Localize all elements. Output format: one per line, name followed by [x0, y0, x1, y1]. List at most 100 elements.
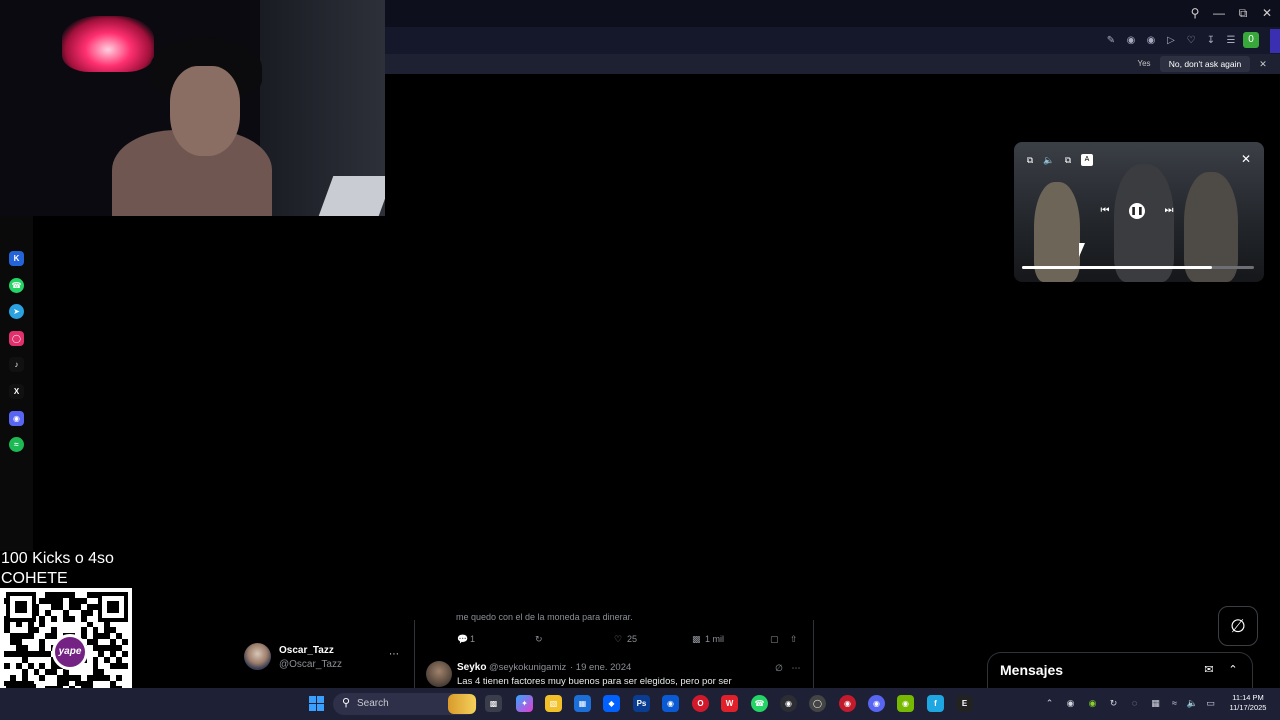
sync-icon[interactable]: ↻ [1107, 697, 1120, 710]
qr-finder-top-right [98, 592, 128, 622]
facebook-icon[interactable]: f [927, 695, 944, 712]
task-view-icon[interactable]: ▩ [485, 695, 502, 712]
like-count: 25 [627, 634, 638, 644]
tweet-author-handle[interactable]: @seykokunigamiz [489, 662, 566, 673]
pip-progress-fill [1022, 266, 1213, 269]
chevron-up-icon[interactable]: ⌃ [1225, 662, 1241, 678]
wps-icon[interactable]: W [721, 695, 738, 712]
discord-icon[interactable]: ◉ [868, 695, 885, 712]
webcam-overlay [0, 0, 385, 216]
views-count: 1 mil [705, 634, 725, 644]
whatsapp-icon[interactable]: ☎ [751, 695, 768, 712]
donation-line-2: COHETE [1, 570, 68, 587]
share-icon[interactable]: ⇧ [790, 633, 798, 645]
tiktok-icon: ♪ [9, 357, 24, 372]
copilot-icon[interactable]: ✦ [516, 695, 533, 712]
search-highlight-image[interactable] [448, 694, 476, 714]
close-window-button[interactable]: ✕ [1257, 4, 1277, 22]
pip-translate-icon[interactable]: A [1081, 154, 1093, 166]
restore-button[interactable]: ⧉ [1233, 4, 1253, 22]
telegram-icon: ➤ [9, 304, 24, 319]
messages-title[interactable]: Mensajes [1000, 662, 1063, 678]
whatsapp-icon: ☎ [9, 278, 24, 293]
pip-expand-icon[interactable]: ⧉ [1024, 154, 1036, 166]
pip-next-icon[interactable]: ⏭ [1162, 204, 1176, 218]
extension-badge[interactable]: 0 [1243, 32, 1259, 48]
reply-count: 1 [470, 634, 476, 644]
search-icon: ⚲ [341, 697, 351, 709]
wifi-icon[interactable]: ≈ [1168, 697, 1181, 710]
menu-icon[interactable]: ☰ [1224, 34, 1238, 48]
pip-copy-icon[interactable]: ⧉ [1062, 154, 1074, 166]
opera-icon[interactable]: O [692, 695, 709, 712]
tweet-date[interactable]: · 19 ene. 2024 [570, 662, 631, 673]
donation-text: 100 Kicks o 4so COHETE [1, 549, 114, 589]
epic-games-icon[interactable]: E [956, 695, 973, 712]
prompt-yes-button[interactable]: Yes [1133, 57, 1155, 71]
nvidia-icon[interactable]: ◉ [897, 695, 914, 712]
recorder-icon[interactable]: ◉ [839, 695, 856, 712]
minimize-button[interactable]: — [1209, 4, 1229, 22]
razer-icon[interactable]: ◉ [1086, 697, 1099, 710]
donation-line-1: 100 Kicks o 4so [1, 550, 114, 567]
webcam-person-face [170, 66, 240, 156]
sidebar-strip [1270, 29, 1280, 53]
clock-time: 11:14 PM [1232, 693, 1264, 702]
camera-icon[interactable]: ◉ [1124, 34, 1138, 48]
new-message-icon[interactable]: ✉ [1201, 662, 1217, 678]
views-action[interactable]: ▩ 1 mil [692, 633, 724, 645]
reply-action[interactable]: 💬 1 [457, 633, 475, 645]
pip-close-icon[interactable]: ✕ [1239, 152, 1253, 166]
grok-button[interactable]: ∅ [1218, 606, 1258, 646]
steam-icon[interactable]: ◉ [780, 695, 797, 712]
volume-icon[interactable]: 🔈 [1186, 697, 1199, 710]
edit-icon[interactable]: ✎ [1104, 34, 1118, 48]
pip-figure-center [1114, 164, 1174, 282]
instagram-icon: ◯ [9, 331, 24, 346]
profile-handle: @Oscar_Tazz [279, 659, 342, 670]
grok-icon[interactable]: ∅ [773, 662, 785, 674]
kick-icon: K [9, 251, 24, 266]
pip-pause-button[interactable]: ❚❚ [1129, 203, 1145, 219]
system-clock[interactable]: 11:14 PM 11/17/2025 [1222, 693, 1274, 713]
play-icon[interactable]: ▷ [1164, 34, 1178, 48]
heart-icon[interactable]: ♡ [1184, 34, 1198, 48]
yape-logo: yape [52, 634, 88, 670]
picture-in-picture-player[interactable]: ⧉ 🔈 ⧉ A ✕ ⏮ ❚❚ ⏭ [1014, 142, 1264, 282]
pip-volume-icon[interactable]: 🔈 [1043, 154, 1055, 166]
photoshop-icon[interactable]: Ps [633, 695, 650, 712]
search-icon[interactable]: ⚲ [1185, 4, 1205, 22]
heart-icon: ♡ [614, 634, 623, 644]
clock-date: 11/17/2025 [1229, 703, 1267, 712]
vpn-icon[interactable]: ◉ [662, 695, 679, 712]
keyboard-icon[interactable]: ▦ [1149, 697, 1162, 710]
pip-previous-icon[interactable]: ⏮ [1098, 204, 1112, 218]
tweet-author-name[interactable]: Seyko [457, 662, 486, 673]
retweet-icon[interactable]: ↻ [535, 633, 543, 645]
battery-icon[interactable]: ▭ [1204, 697, 1217, 710]
profile-name[interactable]: Oscar_Tazz [279, 645, 334, 656]
discord-icon: ◉ [9, 411, 24, 426]
obs-icon[interactable]: ◯ [809, 695, 826, 712]
pip-progress-track[interactable] [1022, 266, 1254, 269]
avatar[interactable] [244, 643, 271, 670]
store-icon[interactable]: ▦ [574, 695, 591, 712]
windows-start-icon[interactable] [309, 696, 324, 711]
network-icon[interactable]: ◉ [1064, 697, 1077, 710]
chevron-up-icon[interactable]: ⌃ [1043, 697, 1056, 710]
bookmark-icon[interactable]: ▢ [770, 633, 779, 645]
reply-icon: 💬 [457, 634, 469, 644]
download-icon[interactable]: ↧ [1204, 34, 1218, 48]
spotify-icon: ≈ [9, 437, 24, 452]
prompt-dont-ask-button[interactable]: No, don't ask again [1160, 56, 1250, 72]
file-explorer-icon[interactable]: ▧ [545, 695, 562, 712]
close-icon[interactable]: ✕ [1256, 57, 1270, 71]
tweet-text: Las 4 tienen factores muy buenos para se… [457, 676, 732, 687]
more-options-icon[interactable]: ⋯ [387, 650, 401, 662]
dropbox-icon[interactable]: ◆ [603, 695, 620, 712]
avatar[interactable] [426, 661, 452, 687]
like-action[interactable]: ♡ 25 [614, 633, 637, 645]
location-icon[interactable]: ◉ [1144, 34, 1158, 48]
more-options-icon[interactable]: ⋯ [790, 662, 802, 674]
shield-icon[interactable]: ◌ [1128, 697, 1141, 710]
